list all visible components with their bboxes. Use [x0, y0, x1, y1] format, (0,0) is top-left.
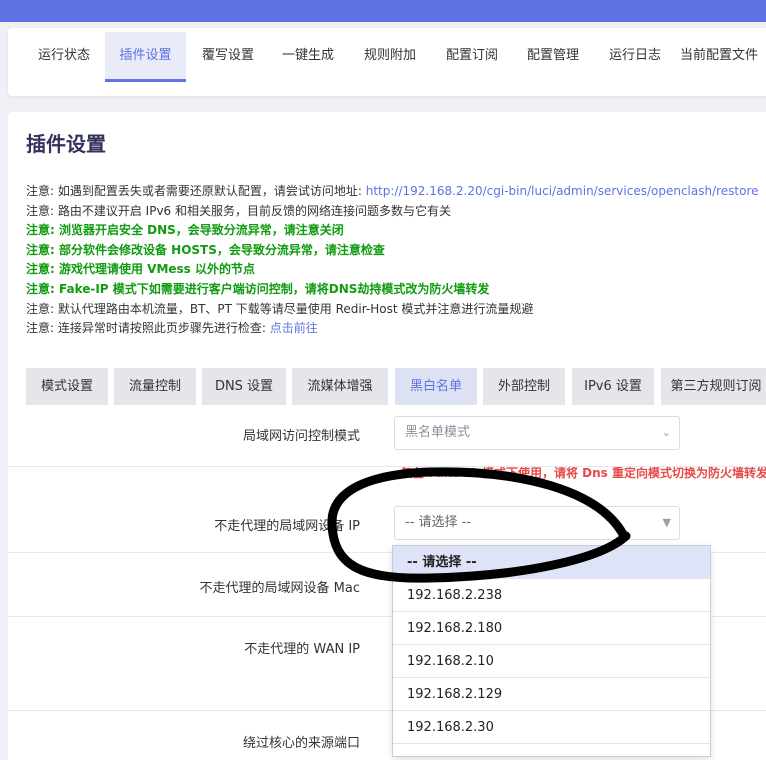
- caret-down-icon: ▼: [662, 516, 671, 529]
- top-color-bar: [0, 0, 766, 22]
- row-divider: [8, 466, 766, 467]
- nav-tab-current-config[interactable]: 当前配置文件: [680, 32, 766, 80]
- notes-list: 注意: 如遇到配置丢失或者需要还原默认配置，请尝试访问地址: http://19…: [26, 182, 759, 339]
- subtab-external-control[interactable]: 外部控制: [483, 368, 565, 405]
- bypass-port-label: 绕过核心的来源端口: [242, 736, 360, 751]
- lan-ip-label: 不走代理的局域网设备 IP: [214, 519, 360, 534]
- page-title: 插件设置: [26, 132, 106, 156]
- nav-tab-config-subscribe[interactable]: 配置订阅: [434, 32, 510, 80]
- nav-tab-override[interactable]: 覆写设置: [190, 32, 266, 80]
- check-guide-link[interactable]: 点击前往: [270, 321, 318, 335]
- dropdown-option[interactable]: 192.168.2.30: [393, 711, 710, 744]
- restore-link[interactable]: http://192.168.2.20/cgi-bin/luci/admin/s…: [366, 184, 759, 198]
- lan-ip-select[interactable]: -- 请选择 -- ▼: [394, 506, 680, 540]
- note-ipv6: 注意: 路由不建议开启 IPv6 和相关服务，目前反馈的网络连接问题多数与它有关: [26, 203, 452, 218]
- subtab-third-party-rules[interactable]: 第三方规则订阅: [661, 368, 766, 405]
- note-game-proxy: 注意: 游戏代理请使用 VMess 以外的节点: [26, 262, 255, 277]
- note-connection: 注意: 连接异常时请按照此页步骤先进行检查: 点击前往: [26, 321, 318, 336]
- nav-tab-logs[interactable]: 运行日志: [597, 32, 673, 80]
- subtab-streaming[interactable]: 流媒体增强: [292, 368, 388, 405]
- subtab-black-white-list[interactable]: 黑白名单: [395, 368, 477, 405]
- note-default-proxy: 注意: 默认代理路由本机流量，BT、PT 下载等请尽量使用 Redir-Host…: [26, 301, 534, 316]
- nav-tab-config-manage[interactable]: 配置管理: [515, 32, 591, 80]
- main-nav: 运行状态 插件设置 覆写设置 一键生成 规则附加 配置订阅 配置管理 运行日志 …: [8, 28, 766, 96]
- lan-ip-dropdown: -- 请选择 -- 192.168.2.238 192.168.2.180 19…: [392, 545, 711, 757]
- dropdown-option[interactable]: 192.168.2.180: [393, 612, 710, 645]
- dropdown-option[interactable]: 192.168.2.10: [393, 645, 710, 678]
- note-secure-dns: 注意: 浏览器开启安全 DNS，会导致分流异常，请注意关闭: [26, 223, 344, 238]
- chevron-down-icon: ⌄: [661, 426, 671, 439]
- settings-card: 插件设置 注意: 如遇到配置丢失或者需要还原默认配置，请尝试访问地址: http…: [8, 112, 766, 362]
- note-fake-ip: 注意: Fake-IP 模式下如需要进行客户端访问控制，请将DNS劫持模式改为防…: [26, 281, 490, 296]
- wan-ip-label: 不走代理的 WAN IP: [244, 642, 360, 657]
- subtab-dns[interactable]: DNS 设置: [202, 368, 286, 405]
- lan-mac-label: 不走代理的局域网设备 Mac: [199, 581, 360, 596]
- note-hosts: 注意: 部分软件会修改设备 HOSTS，会导致分流异常，请注意检查: [26, 242, 385, 257]
- nav-tab-status[interactable]: 运行状态: [26, 32, 102, 80]
- subtab-traffic[interactable]: 流量控制: [114, 368, 196, 405]
- nav-tab-plugin-settings[interactable]: 插件设置: [105, 32, 186, 82]
- dropdown-option[interactable]: 192.168.2.129: [393, 678, 710, 711]
- nav-tab-one-click[interactable]: 一键生成: [270, 32, 346, 80]
- lan-mode-label: 局域网访问控制模式: [242, 429, 360, 444]
- dropdown-option[interactable]: 192.168.2.238: [393, 579, 710, 612]
- nav-tab-rules-append[interactable]: 规则附加: [352, 32, 428, 80]
- note-restore: 注意: 如遇到配置丢失或者需要还原默认配置，请尝试访问地址: http://19…: [26, 184, 759, 198]
- subtab-mode[interactable]: 模式设置: [26, 368, 108, 405]
- subtab-ipv6[interactable]: IPv6 设置: [572, 368, 654, 405]
- lan-mode-select[interactable]: 黑名单模式 ⌄: [394, 416, 680, 450]
- dropdown-option[interactable]: -- 请选择 --: [393, 546, 710, 579]
